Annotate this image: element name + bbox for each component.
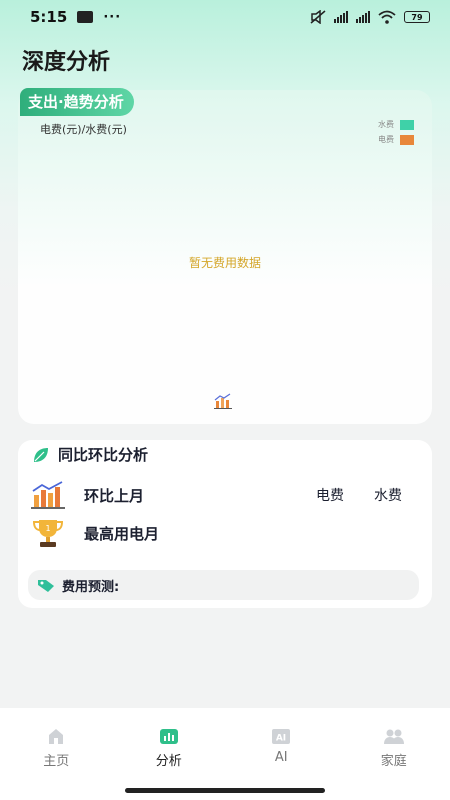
status-time: 5:15 xyxy=(30,8,68,26)
signal-icon-2 xyxy=(356,11,370,23)
more-notifications-icon: ··· xyxy=(103,9,122,25)
tab-home-label: 主页 xyxy=(43,754,70,769)
legend-label-electric: 电费 xyxy=(378,135,394,144)
leaf-icon xyxy=(34,447,48,462)
trophy-icon: 1 xyxy=(32,520,64,547)
compare-card-title: 同比环比分析 xyxy=(58,446,149,464)
mom-label: 环比上月 xyxy=(84,486,145,505)
tab-home[interactable]: 主页 xyxy=(0,708,113,784)
legend-swatch-electric xyxy=(400,134,414,145)
tab-ai[interactable]: AI AI xyxy=(225,708,338,784)
tab-ai-label: AI xyxy=(274,750,288,765)
family-icon xyxy=(383,729,404,744)
trend-chart-icon xyxy=(31,481,65,509)
max-month-row[interactable]: 1 最高用电月 xyxy=(30,518,159,548)
status-bar: 5:15 ··· 79 xyxy=(0,0,450,34)
legend-label-water: 水费 xyxy=(378,120,394,129)
mom-col-water: 水费 xyxy=(374,488,402,504)
legend-swatch-water xyxy=(400,119,414,130)
ai-icon: AI xyxy=(272,729,291,744)
home-icon xyxy=(49,729,64,744)
signal-icon-1 xyxy=(334,11,348,23)
home-indicator xyxy=(0,784,450,800)
home-indicator-bar[interactable] xyxy=(125,788,325,793)
tab-analysis[interactable]: 分析 xyxy=(113,708,226,784)
page-title: 深度分析 xyxy=(22,50,111,75)
tag-icon xyxy=(38,580,54,592)
compare-card-header: 同比环比分析 xyxy=(32,444,148,465)
message-icon xyxy=(77,11,94,23)
mom-row[interactable]: 环比上月 电费 水费 xyxy=(30,478,416,512)
empty-data-text: 暂无费用数据 xyxy=(188,256,261,270)
tab-family[interactable]: 家庭 xyxy=(338,708,450,784)
forecast-row[interactable]: 费用预测: xyxy=(28,570,419,600)
trend-card-tag: 支出·趋势分析 xyxy=(20,88,134,116)
bottom-tab-bar: 主页 分析 AI AI 家庭 xyxy=(0,708,450,784)
max-month-label: 最高用电月 xyxy=(84,524,160,543)
svg-text:AI: AI xyxy=(276,734,286,744)
tab-family-label: 家庭 xyxy=(380,754,407,769)
analysis-icon xyxy=(159,729,178,744)
bar-chart-icon xyxy=(214,393,232,409)
mom-col-electric: 电费 xyxy=(316,488,344,504)
mute-icon xyxy=(310,10,326,24)
chart-axis-label: 电费(元)/水费(元) xyxy=(40,123,127,136)
chart-legend: 水费 电费 xyxy=(378,119,414,145)
battery-icon: 79 xyxy=(404,11,430,23)
legend-item-electric[interactable]: 电费 xyxy=(378,134,414,145)
tab-analysis-label: 分析 xyxy=(155,754,182,769)
svg-text:1: 1 xyxy=(45,524,50,533)
wifi-icon xyxy=(378,10,396,24)
forecast-label: 费用预测: xyxy=(62,579,120,595)
legend-item-water[interactable]: 水费 xyxy=(378,119,414,130)
